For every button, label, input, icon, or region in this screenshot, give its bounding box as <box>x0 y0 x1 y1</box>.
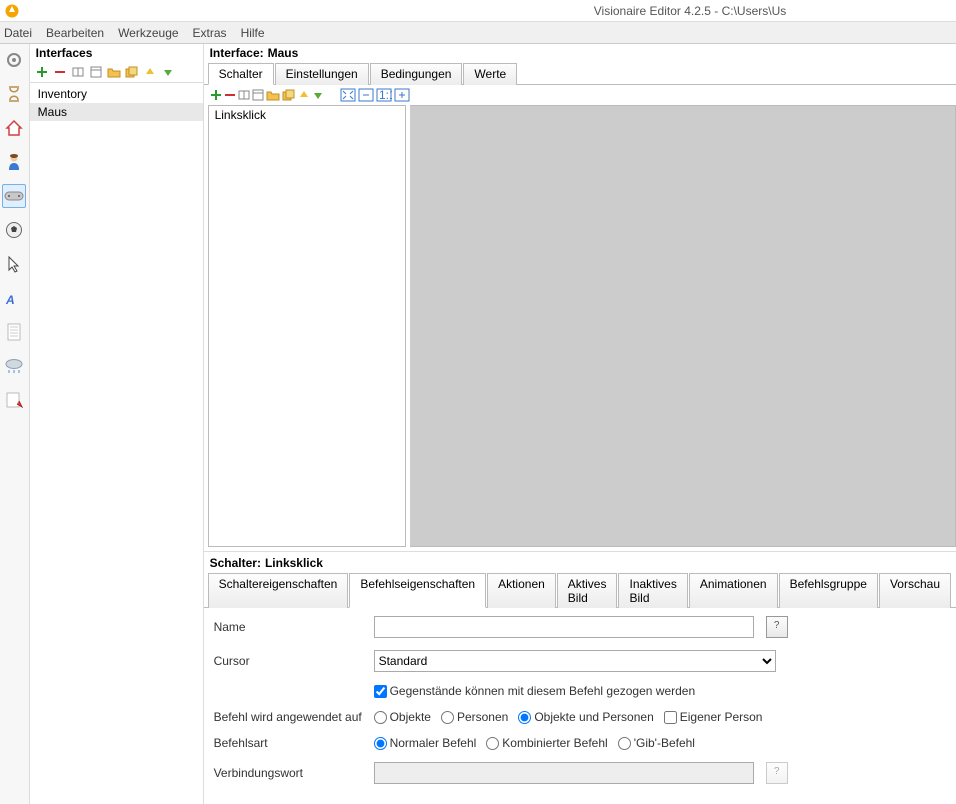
list-item[interactable]: Linksklick <box>209 106 405 124</box>
zoom-out-icon[interactable] <box>358 88 374 102</box>
down-icon[interactable] <box>312 89 324 101</box>
zoom-reset-icon[interactable]: 1:1 <box>376 88 392 102</box>
tab-befehlseigenschaften[interactable]: Befehlseigenschaften <box>349 573 486 608</box>
applies-label: Befehl wird angewendet auf <box>214 710 374 724</box>
drag-checkbox-input[interactable] <box>374 685 387 698</box>
tab-einstellungen[interactable]: Einstellungen <box>275 63 369 85</box>
svg-text:A: A <box>5 293 15 307</box>
cursor-select[interactable]: Standard <box>374 650 776 672</box>
down-icon[interactable] <box>160 64 176 80</box>
rename-icon[interactable] <box>238 89 250 101</box>
tab-inaktives-bild[interactable]: Inaktives Bild <box>618 573 687 608</box>
interface-tabs: Schalter Einstellungen Bedingungen Werte <box>204 62 956 85</box>
svg-text:1:1: 1:1 <box>379 88 392 102</box>
name-label: Name <box>214 620 374 634</box>
help-button: ? <box>766 762 788 784</box>
folder-icon[interactable] <box>106 64 122 80</box>
tab-aktives-bild[interactable]: Aktives Bild <box>557 573 618 608</box>
tab-aktionen[interactable]: Aktionen <box>487 573 556 608</box>
schalter-tabs: Schaltereigenschaften Befehlseigenschaft… <box>204 572 956 608</box>
add-icon[interactable] <box>210 89 222 101</box>
menu-tools[interactable]: Werkzeuge <box>118 26 178 40</box>
menubar: Datei Bearbeiten Werkzeuge Extras Hilfe <box>0 22 956 44</box>
drag-checkbox[interactable]: Gegenstände können mit diesem Befehl gez… <box>374 684 696 698</box>
rename-icon[interactable] <box>70 64 86 80</box>
tree-item[interactable]: Inventory <box>30 85 203 103</box>
interfaces-panel: Interfaces Inventory Maus <box>30 44 204 804</box>
conj-label: Verbindungswort <box>214 766 374 780</box>
type-normal[interactable]: Normaler Befehl <box>374 736 477 750</box>
command-form: Name ? Cursor Standard <box>204 608 956 804</box>
gamepad-icon[interactable] <box>2 184 26 208</box>
window-title: Visionaire Editor 4.2.5 - C:\Users\Us <box>24 4 956 18</box>
menu-edit[interactable]: Bearbeiten <box>46 26 104 40</box>
add-icon[interactable] <box>34 64 50 80</box>
interfaces-tree: Inventory Maus <box>30 82 203 804</box>
duplicate-icon[interactable] <box>282 89 296 101</box>
interfaces-title: Interfaces <box>30 44 203 62</box>
person-icon[interactable] <box>2 150 26 174</box>
applies-eigener[interactable]: Eigener Person <box>664 710 763 724</box>
menu-file[interactable]: Datei <box>4 26 32 40</box>
document-icon[interactable] <box>2 320 26 344</box>
right-panel: Interface: Maus Schalter Einstellungen B… <box>204 44 956 804</box>
font-icon[interactable]: A <box>2 286 26 310</box>
applies-objekte-personen[interactable]: Objekte und Personen <box>518 710 653 724</box>
menu-help[interactable]: Hilfe <box>241 26 265 40</box>
script-icon[interactable] <box>2 388 26 412</box>
cursor-icon[interactable] <box>2 252 26 276</box>
schalter-name: Linksklick <box>265 556 323 570</box>
ball-icon[interactable] <box>2 218 26 242</box>
interface-name: Maus <box>268 46 299 60</box>
interfaces-toolbar <box>30 62 203 82</box>
folder-icon[interactable] <box>266 89 280 101</box>
left-toolbar: A <box>0 44 30 804</box>
duplicate-icon[interactable] <box>124 64 140 80</box>
tab-befehlsgruppe[interactable]: Befehlsgruppe <box>779 573 878 608</box>
tab-animationen[interactable]: Animationen <box>689 573 778 608</box>
schalter-list[interactable]: Linksklick <box>208 105 406 547</box>
tab-schaltereigenschaften[interactable]: Schaltereigenschaften <box>208 573 349 608</box>
props-icon[interactable] <box>252 89 264 101</box>
type-kombiniert[interactable]: Kombinierter Befehl <box>486 736 607 750</box>
remove-icon[interactable] <box>52 64 68 80</box>
cloud-icon[interactable] <box>2 354 26 378</box>
up-icon[interactable] <box>298 89 310 101</box>
applies-personen[interactable]: Personen <box>441 710 508 724</box>
conj-field <box>374 762 754 784</box>
props-icon[interactable] <box>88 64 104 80</box>
app-icon <box>4 3 20 19</box>
name-field[interactable] <box>374 616 754 638</box>
fit-icon[interactable] <box>340 88 356 102</box>
zoom-in-icon[interactable] <box>394 88 410 102</box>
tree-item[interactable]: Maus <box>30 103 203 121</box>
cursor-label: Cursor <box>214 654 374 668</box>
schalter-label: Schalter: <box>210 556 261 570</box>
gear-icon[interactable] <box>2 48 26 72</box>
tab-schalter[interactable]: Schalter <box>208 63 274 85</box>
hourglass-icon[interactable] <box>2 82 26 106</box>
schalter-toolbar: 1:1 <box>204 85 956 105</box>
home-icon[interactable] <box>2 116 26 140</box>
menu-extras[interactable]: Extras <box>193 26 227 40</box>
up-icon[interactable] <box>142 64 158 80</box>
tab-vorschau[interactable]: Vorschau <box>879 573 951 608</box>
help-button[interactable]: ? <box>766 616 788 638</box>
type-label: Befehlsart <box>214 736 374 750</box>
interface-label: Interface: <box>210 46 264 60</box>
tab-bedingungen[interactable]: Bedingungen <box>370 63 463 85</box>
remove-icon[interactable] <box>224 89 236 101</box>
type-gib[interactable]: 'Gib'-Befehl <box>618 736 695 750</box>
applies-objekte[interactable]: Objekte <box>374 710 431 724</box>
preview-area[interactable] <box>410 105 956 547</box>
tab-werte[interactable]: Werte <box>463 63 517 85</box>
